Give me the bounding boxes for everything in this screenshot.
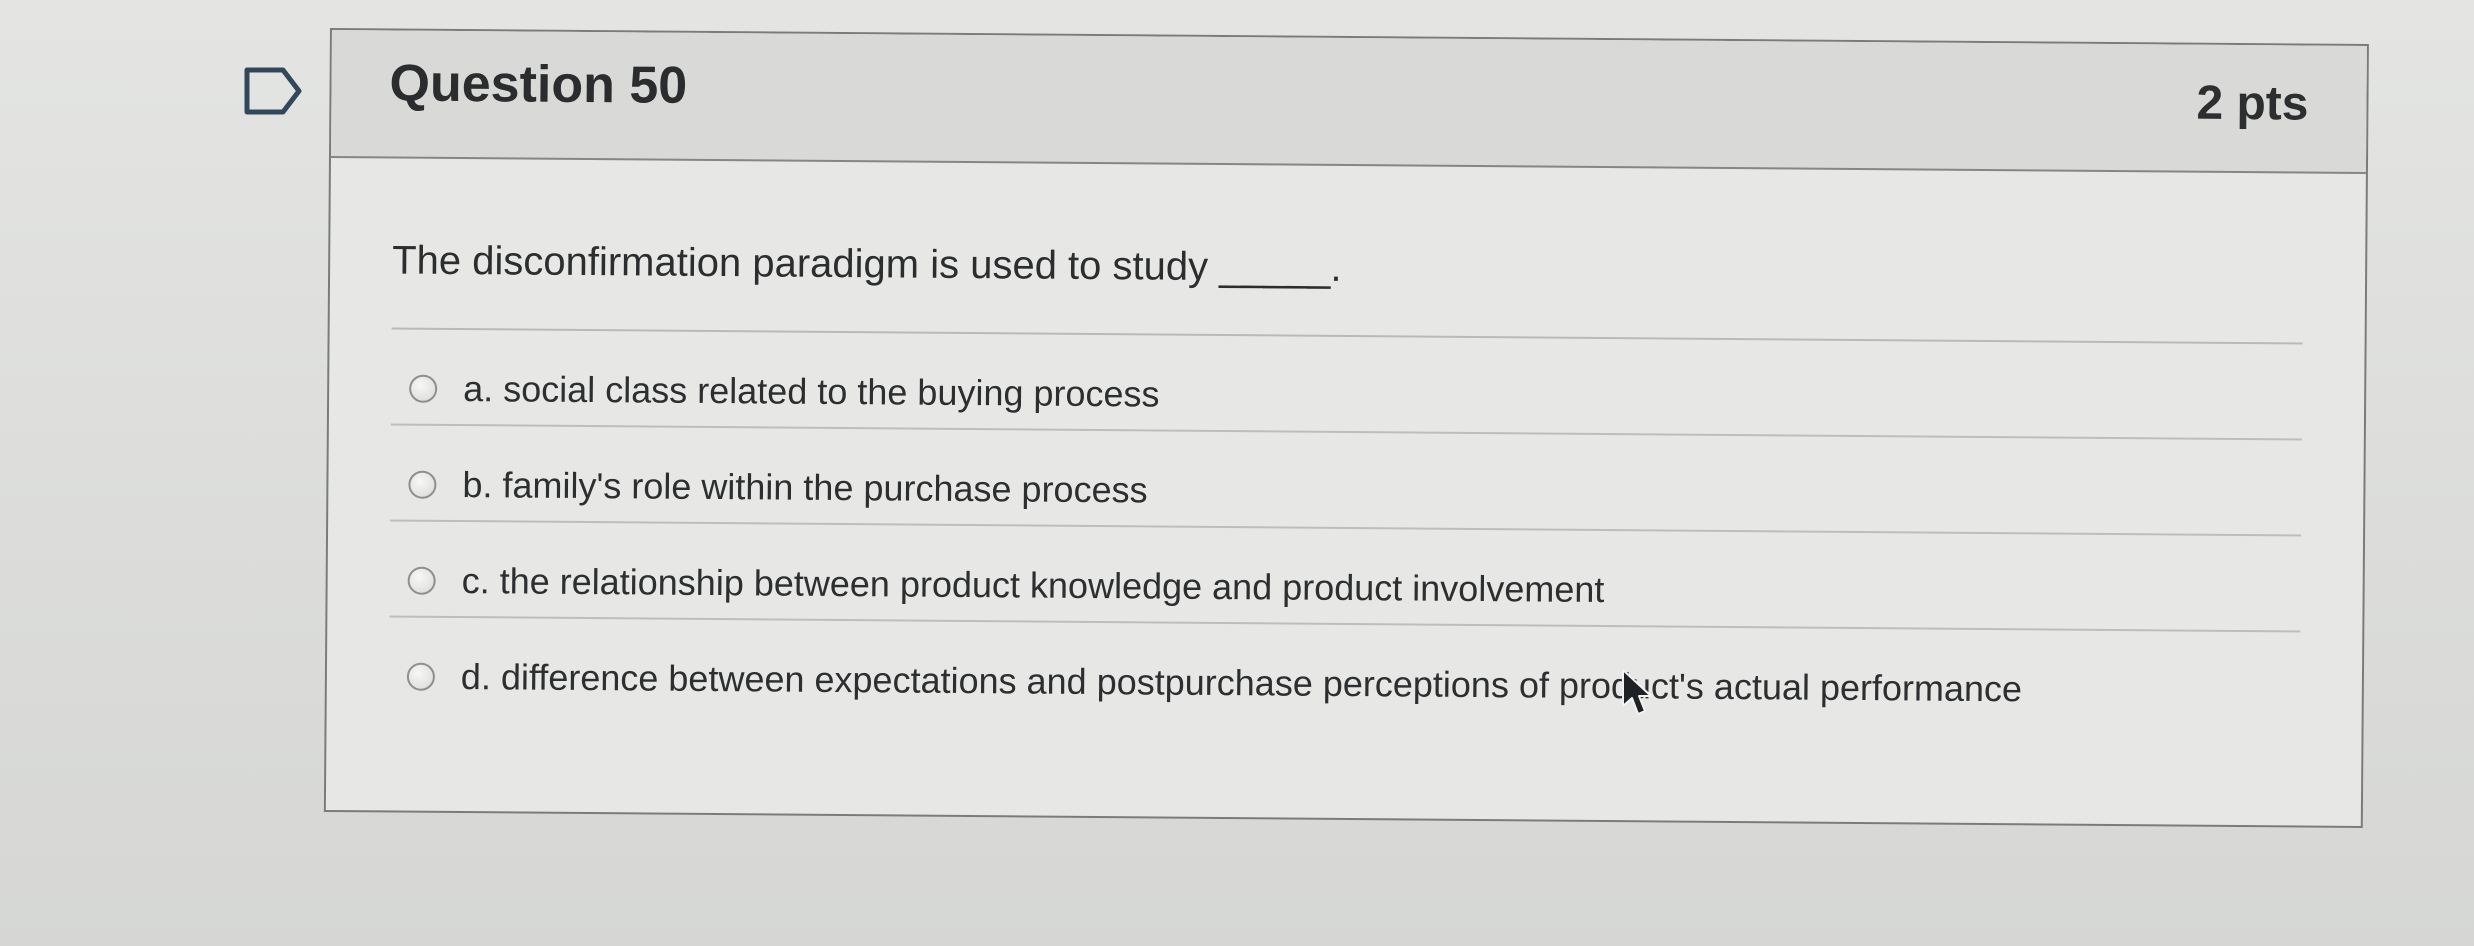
answer-label-c[interactable]: c. the relationship between product know…	[461, 560, 1605, 611]
answer-option-a[interactable]: a. social class related to the buying pr…	[390, 353, 2303, 441]
answer-label-b[interactable]: b. family's role within the purchase pro…	[462, 464, 1147, 511]
question-points: 2 pts	[2196, 76, 2309, 131]
mouse-pointer-icon	[1622, 669, 1652, 715]
question-divider	[391, 327, 2303, 345]
quiz-screen: Question 50 2 pts The disconfirmation pa…	[0, 0, 2474, 946]
radio-button-d[interactable]	[406, 662, 436, 691]
flag-question-icon[interactable]	[243, 66, 303, 116]
question-text: The disconfirmation paradigm is used to …	[392, 238, 1342, 290]
radio-button-c[interactable]	[407, 566, 436, 595]
question-title: Question 50	[389, 54, 688, 115]
radio-button-a[interactable]	[409, 374, 438, 403]
answer-list: a. social class related to the buying pr…	[389, 353, 2303, 726]
answer-option-c[interactable]: c. the relationship between product know…	[389, 545, 2301, 633]
question-header: Question 50 2 pts	[330, 30, 2367, 174]
answer-option-d[interactable]: d. difference between expectations and p…	[389, 641, 2300, 726]
answer-option-b[interactable]: b. family's role within the purchase pro…	[390, 449, 2302, 537]
answer-label-d[interactable]: d. difference between expectations and p…	[461, 656, 2022, 710]
question-card: Question 50 2 pts The disconfirmation pa…	[323, 28, 2369, 828]
radio-button-b[interactable]	[408, 470, 437, 499]
answer-label-a[interactable]: a. social class related to the buying pr…	[463, 368, 1160, 415]
question-body: The disconfirmation paradigm is used to …	[327, 158, 2366, 727]
